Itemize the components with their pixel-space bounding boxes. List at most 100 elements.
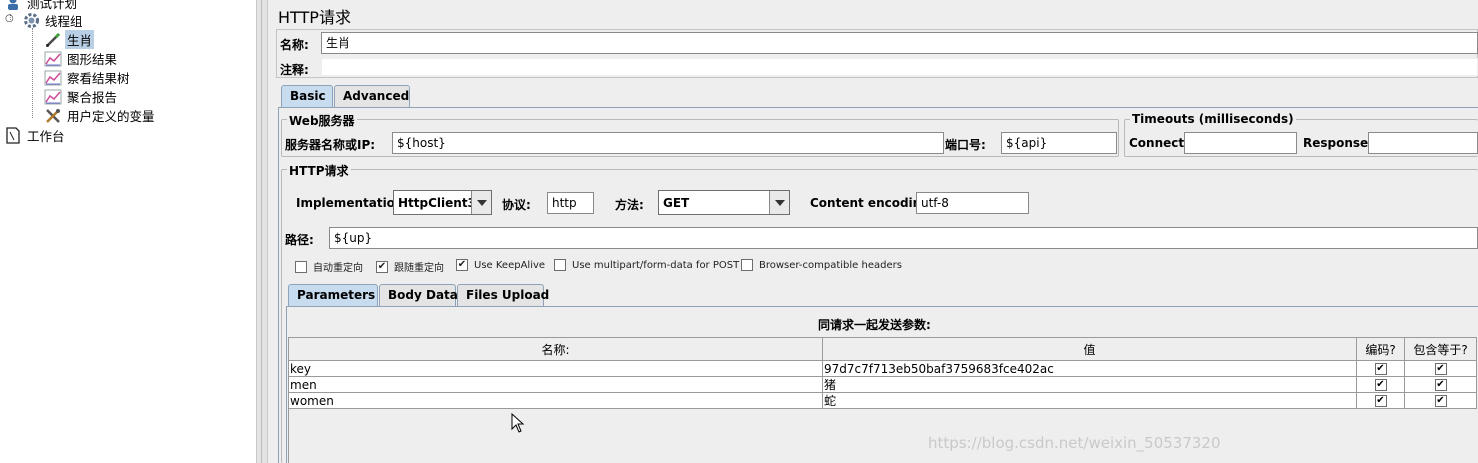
follow-redirects-checkbox[interactable]: ✔ 跟随重定向 xyxy=(376,259,444,274)
checkbox-box[interactable] xyxy=(554,259,566,271)
comment-label: 注释: xyxy=(280,63,309,77)
checkbox-box[interactable] xyxy=(741,259,753,271)
chevron-down-icon[interactable] xyxy=(769,191,789,214)
tab-files-upload[interactable]: Files Upload xyxy=(457,284,549,306)
thread-group-gear-icon xyxy=(22,12,40,30)
path-label: 路径: xyxy=(285,233,314,247)
port-field[interactable]: ${api} xyxy=(1001,132,1117,154)
encode-checkbox[interactable]: ✔ xyxy=(1374,395,1387,407)
param-name-cell[interactable]: key xyxy=(288,360,823,377)
table-row[interactable]: women 蛇 ✔ ✔ xyxy=(288,392,1477,409)
tree-item-aggregate-report[interactable]: 聚合报告 xyxy=(44,87,119,106)
server-field[interactable]: ${host} xyxy=(392,132,944,154)
param-name-cell[interactable]: women xyxy=(288,392,823,409)
tree-item-workbench[interactable]: 工作台 xyxy=(4,126,67,145)
encode-checkbox[interactable]: ✔ xyxy=(1374,363,1387,375)
protocol-label: 协议: xyxy=(502,198,531,212)
chevron-down-icon[interactable] xyxy=(471,191,491,214)
checkbox-box[interactable] xyxy=(295,260,307,273)
table-row[interactable]: key 97d7c7f713eb50baf3759683fce402ac ✔ ✔ xyxy=(288,360,1477,377)
mouse-cursor-icon xyxy=(511,412,525,436)
include-equals-cell[interactable]: ✔ xyxy=(1404,376,1477,393)
config-tools-icon xyxy=(44,107,62,125)
tree-item-label: 察看结果树 xyxy=(67,71,130,86)
method-label: 方法: xyxy=(615,198,644,212)
encode-checkbox[interactable]: ✔ xyxy=(1374,379,1387,391)
tree-item-label: 用户定义的变量 xyxy=(67,109,155,124)
column-header-name[interactable]: 名称: xyxy=(288,337,823,361)
column-header-encode[interactable]: 编码? xyxy=(1356,337,1405,361)
tree-item-label: 生肖 xyxy=(65,30,95,49)
checkbox-label: Use KeepAlive xyxy=(474,259,546,271)
column-header-value[interactable]: 值 xyxy=(822,337,1357,361)
encode-cell[interactable]: ✔ xyxy=(1356,392,1405,409)
test-plan-icon xyxy=(4,0,22,12)
response-timeout-field[interactable] xyxy=(1368,132,1478,154)
connect-timeout-field[interactable] xyxy=(1184,132,1297,154)
tab-parameters[interactable]: Parameters xyxy=(288,284,378,306)
checkbox-box[interactable]: ✔ xyxy=(456,259,468,271)
include-equals-checkbox[interactable]: ✔ xyxy=(1434,363,1447,375)
port-label: 端口号: xyxy=(945,138,986,152)
param-value-cell[interactable]: 猪 xyxy=(822,376,1357,393)
timeouts-title: Timeouts (milliseconds) xyxy=(1130,112,1296,126)
comment-field[interactable] xyxy=(321,58,1478,76)
name-label: 名称: xyxy=(280,38,309,52)
workbench-icon xyxy=(4,127,22,145)
method-value: GET xyxy=(663,195,690,210)
param-value-cell[interactable]: 97d7c7f713eb50baf3759683fce402ac xyxy=(822,360,1357,377)
tree-expand-handle-icon[interactable]: ○ xyxy=(5,13,14,24)
response-label: Response: xyxy=(1303,136,1373,150)
browser-compatible-headers-checkbox[interactable]: Browser-compatible headers xyxy=(741,259,902,271)
auto-redirect-checkbox[interactable]: 自动重定向 xyxy=(295,259,363,274)
parameters-table: 名称: 值 编码? 包含等于? key 97d7c7f713eb50baf375… xyxy=(288,337,1477,409)
checkbox-label: 自动重定向 xyxy=(313,263,363,274)
tree-item-label: 线程组 xyxy=(45,14,83,29)
path-field[interactable]: ${up} xyxy=(329,227,1478,249)
include-equals-checkbox[interactable]: ✔ xyxy=(1434,395,1447,407)
graph-listener-icon xyxy=(44,88,62,106)
split-pane-divider[interactable] xyxy=(256,0,268,463)
table-row[interactable]: men 猪 ✔ ✔ xyxy=(288,376,1477,393)
include-equals-checkbox[interactable]: ✔ xyxy=(1434,379,1447,391)
checkbox-label: Browser-compatible headers xyxy=(759,259,902,271)
param-name-cell[interactable]: men xyxy=(288,376,823,393)
page-title: HTTP请求 xyxy=(278,8,351,27)
encode-cell[interactable]: ✔ xyxy=(1356,376,1405,393)
tree-item-label: 聚合报告 xyxy=(67,90,118,105)
param-value-cell[interactable]: 蛇 xyxy=(822,392,1357,409)
connect-label: Connect: xyxy=(1129,136,1189,150)
content-encoding-field[interactable]: utf-8 xyxy=(916,192,1029,214)
graph-listener-icon xyxy=(44,69,62,87)
tree-item-graph-results[interactable]: 图形结果 xyxy=(44,49,119,68)
http-sampler-pen-icon xyxy=(44,31,62,49)
include-equals-cell[interactable]: ✔ xyxy=(1404,392,1477,409)
encode-cell[interactable]: ✔ xyxy=(1356,360,1405,377)
column-header-include-equals[interactable]: 包含等于? xyxy=(1404,337,1477,361)
tree-connector xyxy=(32,28,33,118)
graph-listener-icon xyxy=(44,50,62,68)
checkbox-label: Use multipart/form-data for POST xyxy=(572,259,740,271)
name-field[interactable]: 生肖 xyxy=(321,32,1478,54)
web-server-title: Web服务器 xyxy=(287,112,357,129)
tree-item-view-results-tree[interactable]: 察看结果树 xyxy=(44,68,132,87)
test-plan-tree: 测试计划 ○ 线程组 生肖 图形结果 察看结果树 聚合报告 用户定义的变量 工作… xyxy=(0,0,256,463)
server-label: 服务器名称或IP: xyxy=(285,138,376,152)
tree-item-thread-group[interactable]: 线程组 xyxy=(22,11,85,30)
tree-item-label: 工作台 xyxy=(27,129,65,144)
tab-body-data[interactable]: Body Data xyxy=(379,284,458,306)
include-equals-cell[interactable]: ✔ xyxy=(1404,360,1477,377)
method-select[interactable]: GET xyxy=(658,190,790,215)
multipart-post-checkbox[interactable]: Use multipart/form-data for POST xyxy=(554,259,739,271)
checkbox-box[interactable]: ✔ xyxy=(376,260,388,273)
tab-basic[interactable]: Basic xyxy=(281,85,333,107)
implementation-select[interactable]: HttpClient3.1 xyxy=(393,190,492,215)
tree-item-http-sampler[interactable]: 生肖 xyxy=(44,30,95,49)
implementation-label: Implementation: xyxy=(296,196,409,210)
tree-item-user-defined-variables[interactable]: 用户定义的变量 xyxy=(44,106,157,125)
implementation-value: HttpClient3.1 xyxy=(398,195,471,210)
keepalive-checkbox[interactable]: ✔ Use KeepAlive xyxy=(456,259,545,271)
tab-advanced[interactable]: Advanced xyxy=(334,85,410,107)
protocol-field[interactable]: http xyxy=(547,192,594,214)
http-request-title: HTTP请求 xyxy=(287,162,351,179)
